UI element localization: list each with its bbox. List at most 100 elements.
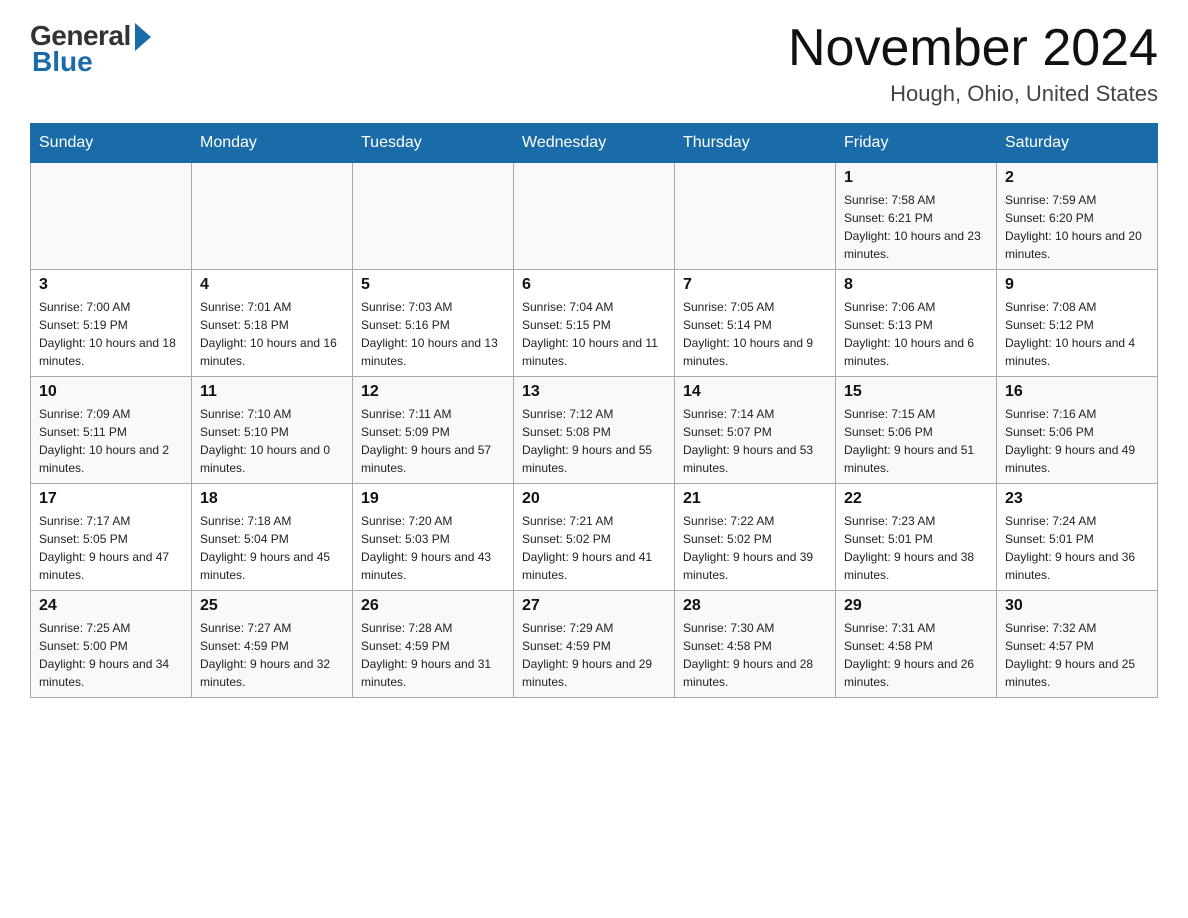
calendar-cell: 22 Sunrise: 7:23 AMSunset: 5:01 PMDayligh…	[836, 484, 997, 591]
day-info: Sunrise: 7:10 AMSunset: 5:10 PMDaylight:…	[200, 405, 344, 477]
calendar-week-row: 17Sunrise: 7:17 AMSunset: 5:05 PMDayligh…	[31, 484, 1158, 591]
calendar-cell: 23 Sunrise: 7:24 AMSunset: 5:01 PMDayligh…	[997, 484, 1158, 591]
calendar-cell	[192, 163, 353, 270]
calendar-cell: 19 Sunrise: 7:20 AMSunset: 5:03 PMDayligh…	[353, 484, 514, 591]
calendar-cell	[353, 163, 514, 270]
calendar-cell: 3 Sunrise: 7:00 AMSunset: 5:19 PMDaylight…	[31, 270, 192, 377]
calendar-cell: 17Sunrise: 7:17 AMSunset: 5:05 PMDayligh…	[31, 484, 192, 591]
day-number: 1	[844, 169, 988, 187]
calendar-cell: 7 Sunrise: 7:05 AMSunset: 5:14 PMDaylight…	[675, 270, 836, 377]
calendar-cell: 8Sunrise: 7:06 AMSunset: 5:13 PMDaylight…	[836, 270, 997, 377]
day-info: Sunrise: 7:20 AMSunset: 5:03 PMDaylight:…	[361, 512, 505, 584]
calendar-week-row: 1 Sunrise: 7:58 AMSunset: 6:21 PMDaylight…	[31, 163, 1158, 270]
calendar-cell: 25 Sunrise: 7:27 AMSunset: 4:59 PMDayligh…	[192, 591, 353, 698]
day-info: Sunrise: 7:22 AMSunset: 5:02 PMDaylight:…	[683, 512, 827, 584]
day-number: 16	[1005, 383, 1149, 401]
day-number: 3	[39, 276, 183, 294]
calendar-cell: 21Sunrise: 7:22 AMSunset: 5:02 PMDayligh…	[675, 484, 836, 591]
day-info: Sunrise: 7:28 AMSunset: 4:59 PMDaylight:…	[361, 619, 505, 691]
day-number: 27	[522, 597, 666, 615]
calendar-header-wednesday: Wednesday	[514, 124, 675, 163]
calendar-cell: 5 Sunrise: 7:03 AMSunset: 5:16 PMDaylight…	[353, 270, 514, 377]
day-info: Sunrise: 7:03 AMSunset: 5:16 PMDaylight:…	[361, 298, 505, 370]
location-text: Hough, Ohio, United States	[788, 81, 1158, 107]
calendar-header-sunday: Sunday	[31, 124, 192, 163]
day-number: 14	[683, 383, 827, 401]
calendar-cell: 26 Sunrise: 7:28 AMSunset: 4:59 PMDayligh…	[353, 591, 514, 698]
page-header: General Blue November 2024 Hough, Ohio, …	[30, 20, 1158, 107]
calendar-week-row: 3 Sunrise: 7:00 AMSunset: 5:19 PMDaylight…	[31, 270, 1158, 377]
day-info: Sunrise: 7:32 AMSunset: 4:57 PMDaylight:…	[1005, 619, 1149, 691]
day-info: Sunrise: 7:17 AMSunset: 5:05 PMDaylight:…	[39, 512, 183, 584]
day-number: 30	[1005, 597, 1149, 615]
calendar-cell	[514, 163, 675, 270]
day-number: 13	[522, 383, 666, 401]
day-number: 19	[361, 490, 505, 508]
day-info: Sunrise: 7:24 AMSunset: 5:01 PMDaylight:…	[1005, 512, 1149, 584]
day-number: 11	[200, 383, 344, 401]
day-info: Sunrise: 7:12 AMSunset: 5:08 PMDaylight:…	[522, 405, 666, 477]
calendar-cell	[675, 163, 836, 270]
calendar-cell: 2Sunrise: 7:59 AMSunset: 6:20 PMDaylight…	[997, 163, 1158, 270]
calendar-cell: 6 Sunrise: 7:04 AMSunset: 5:15 PMDaylight…	[514, 270, 675, 377]
day-number: 10	[39, 383, 183, 401]
day-number: 25	[200, 597, 344, 615]
day-number: 23	[1005, 490, 1149, 508]
day-number: 20	[522, 490, 666, 508]
day-info: Sunrise: 7:14 AMSunset: 5:07 PMDaylight:…	[683, 405, 827, 477]
logo-blue-text: Blue	[32, 46, 93, 78]
day-info: Sunrise: 7:27 AMSunset: 4:59 PMDaylight:…	[200, 619, 344, 691]
calendar-header-row: SundayMondayTuesdayWednesdayThursdayFrid…	[31, 124, 1158, 163]
day-number: 7	[683, 276, 827, 294]
calendar-week-row: 24Sunrise: 7:25 AMSunset: 5:00 PMDayligh…	[31, 591, 1158, 698]
day-info: Sunrise: 7:58 AMSunset: 6:21 PMDaylight:…	[844, 191, 988, 263]
day-info: Sunrise: 7:30 AMSunset: 4:58 PMDaylight:…	[683, 619, 827, 691]
month-title: November 2024	[788, 20, 1158, 77]
day-info: Sunrise: 7:09 AMSunset: 5:11 PMDaylight:…	[39, 405, 183, 477]
day-info: Sunrise: 7:23 AMSunset: 5:01 PMDaylight:…	[844, 512, 988, 584]
calendar-cell: 10 Sunrise: 7:09 AMSunset: 5:11 PMDayligh…	[31, 377, 192, 484]
calendar-cell: 4Sunrise: 7:01 AMSunset: 5:18 PMDaylight…	[192, 270, 353, 377]
calendar-cell	[31, 163, 192, 270]
day-info: Sunrise: 7:04 AMSunset: 5:15 PMDaylight:…	[522, 298, 666, 370]
day-number: 26	[361, 597, 505, 615]
calendar-table: SundayMondayTuesdayWednesdayThursdayFrid…	[30, 123, 1158, 698]
calendar-cell: 9 Sunrise: 7:08 AMSunset: 5:12 PMDaylight…	[997, 270, 1158, 377]
day-info: Sunrise: 7:05 AMSunset: 5:14 PMDaylight:…	[683, 298, 827, 370]
day-number: 12	[361, 383, 505, 401]
calendar-header-saturday: Saturday	[997, 124, 1158, 163]
logo-arrow-icon	[135, 23, 151, 51]
calendar-cell: 28 Sunrise: 7:30 AMSunset: 4:58 PMDayligh…	[675, 591, 836, 698]
calendar-cell: 27Sunrise: 7:29 AMSunset: 4:59 PMDayligh…	[514, 591, 675, 698]
calendar-header-thursday: Thursday	[675, 124, 836, 163]
calendar-cell: 12 Sunrise: 7:11 AMSunset: 5:09 PMDayligh…	[353, 377, 514, 484]
logo: General Blue	[30, 20, 151, 78]
day-number: 28	[683, 597, 827, 615]
calendar-cell: 30 Sunrise: 7:32 AMSunset: 4:57 PMDayligh…	[997, 591, 1158, 698]
day-info: Sunrise: 7:59 AMSunset: 6:20 PMDaylight:…	[1005, 191, 1149, 263]
day-number: 9	[1005, 276, 1149, 294]
day-info: Sunrise: 7:21 AMSunset: 5:02 PMDaylight:…	[522, 512, 666, 584]
day-number: 29	[844, 597, 988, 615]
day-number: 6	[522, 276, 666, 294]
calendar-header-tuesday: Tuesday	[353, 124, 514, 163]
calendar-cell: 15Sunrise: 7:15 AMSunset: 5:06 PMDayligh…	[836, 377, 997, 484]
day-number: 24	[39, 597, 183, 615]
calendar-header-monday: Monday	[192, 124, 353, 163]
calendar-cell: 20 Sunrise: 7:21 AMSunset: 5:02 PMDayligh…	[514, 484, 675, 591]
day-number: 22	[844, 490, 988, 508]
day-number: 8	[844, 276, 988, 294]
day-number: 18	[200, 490, 344, 508]
day-info: Sunrise: 7:08 AMSunset: 5:12 PMDaylight:…	[1005, 298, 1149, 370]
day-number: 15	[844, 383, 988, 401]
day-number: 5	[361, 276, 505, 294]
calendar-header-friday: Friday	[836, 124, 997, 163]
day-info: Sunrise: 7:00 AMSunset: 5:19 PMDaylight:…	[39, 298, 183, 370]
calendar-cell: 18 Sunrise: 7:18 AMSunset: 5:04 PMDayligh…	[192, 484, 353, 591]
calendar-cell: 29Sunrise: 7:31 AMSunset: 4:58 PMDayligh…	[836, 591, 997, 698]
calendar-cell: 24Sunrise: 7:25 AMSunset: 5:00 PMDayligh…	[31, 591, 192, 698]
day-info: Sunrise: 7:11 AMSunset: 5:09 PMDaylight:…	[361, 405, 505, 477]
calendar-cell: 11 Sunrise: 7:10 AMSunset: 5:10 PMDayligh…	[192, 377, 353, 484]
day-info: Sunrise: 7:01 AMSunset: 5:18 PMDaylight:…	[200, 298, 344, 370]
day-info: Sunrise: 7:18 AMSunset: 5:04 PMDaylight:…	[200, 512, 344, 584]
